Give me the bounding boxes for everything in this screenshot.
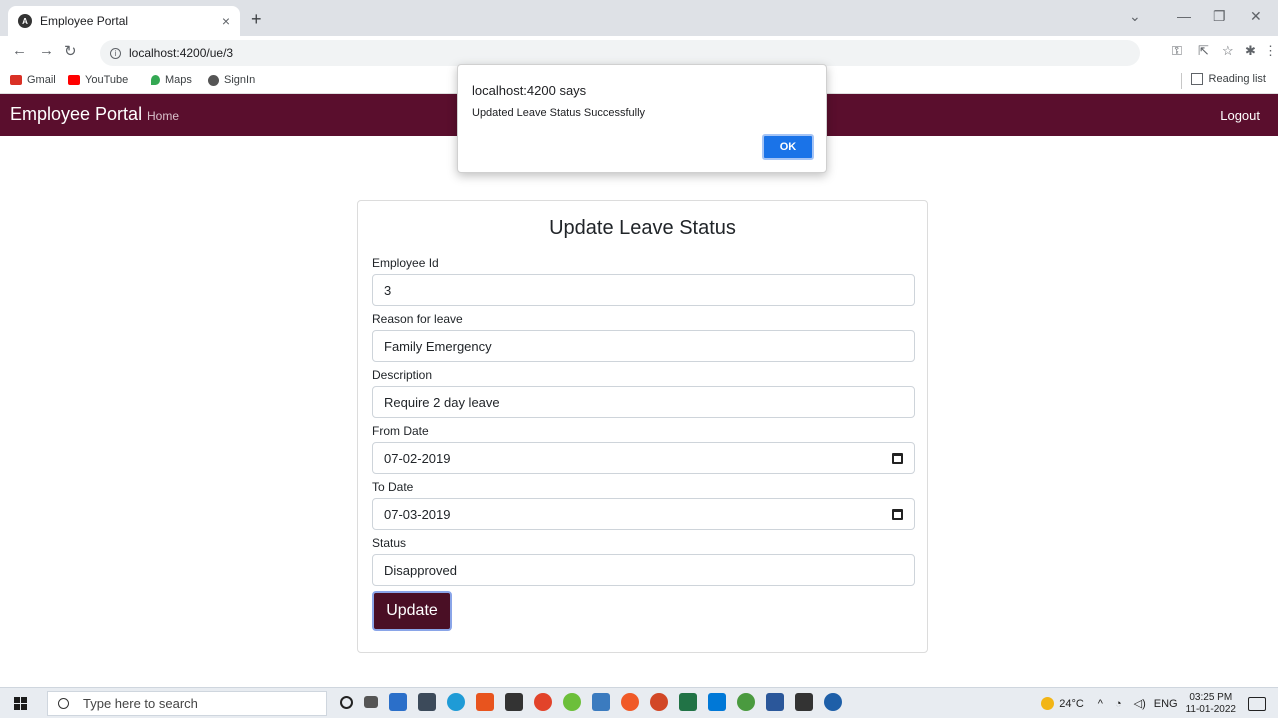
calendar-icon[interactable] [892, 508, 903, 520]
description-group: Description Require 2 day leave [372, 368, 915, 418]
sun-icon [1041, 697, 1055, 710]
tab-title: Employee Portal [40, 14, 129, 28]
employee-id-label: Employee Id [372, 256, 439, 270]
bookmarks-divider [1181, 73, 1182, 89]
gmail-icon [10, 75, 22, 85]
show-hidden-icons[interactable]: ^ [1098, 698, 1103, 710]
description-input[interactable]: Require 2 day leave [372, 386, 915, 418]
taskbar-apps [340, 693, 853, 711]
calendar-icon[interactable] [892, 452, 903, 464]
status-label: Status [372, 536, 407, 550]
vscode-icon[interactable] [708, 693, 726, 711]
reading-list-icon [1190, 73, 1203, 85]
remote-desktop-icon[interactable] [592, 693, 610, 711]
alert-title: localhost:4200 says [472, 83, 587, 98]
minimize-icon[interactable]: — [1177, 8, 1191, 24]
maps-icon [151, 75, 160, 85]
reason-label: Reason for leave [372, 312, 463, 326]
cortana-icon[interactable] [340, 695, 353, 709]
from-date-input[interactable]: 07-02-2019 [372, 442, 915, 474]
description-label: Description [372, 368, 433, 382]
excel-icon[interactable] [679, 693, 697, 711]
powerpoint-icon[interactable] [650, 693, 668, 711]
reload-icon[interactable]: ↻ [64, 42, 77, 60]
system-tray: 24°C ^ ◔ ◁) ENG 03:25 PM 11-01-2022 [1041, 688, 1278, 718]
update-button[interactable]: Update [372, 591, 452, 631]
terminal-icon[interactable] [505, 693, 523, 711]
browser-tab[interactable]: A Employee Portal × [8, 6, 240, 36]
reason-group: Reason for leave Family Emergency [372, 312, 915, 362]
form-title: Update Leave Status [549, 217, 736, 239]
tab-search-icon[interactable]: ⌄ [1129, 8, 1141, 25]
volume-icon[interactable]: ◁) [1134, 697, 1146, 710]
bookmark-youtube[interactable]: YouTube [68, 74, 128, 86]
chrome-profile-icon[interactable] [737, 693, 755, 711]
maximize-icon[interactable]: ❐ [1213, 8, 1226, 25]
url-bar[interactable]: i localhost:4200/ue/3 [100, 40, 1140, 66]
from-date-group: From Date 07-02-2019 [372, 424, 915, 474]
from-date-label: From Date [372, 424, 429, 438]
brand-logo[interactable]: Employee Portal [10, 104, 142, 125]
site-info-icon[interactable]: i [110, 47, 121, 59]
nav-home-link[interactable]: Home [147, 109, 179, 123]
status-input[interactable]: Disapproved [372, 554, 915, 586]
new-tab-button[interactable]: + [251, 9, 262, 30]
update-leave-form: Update Leave Status Employee Id 3 Reason… [357, 200, 928, 653]
profile-avatar[interactable]: ⋮ [1264, 43, 1277, 59]
globe-icon [208, 74, 219, 86]
employee-id-group: Employee Id 3 [372, 256, 915, 306]
url-text: localhost:4200/ue/3 [129, 46, 234, 60]
weather-widget[interactable]: 24°C [1041, 697, 1084, 710]
employee-id-input[interactable]: 3 [372, 274, 915, 306]
browser-tab-strip: A Employee Portal × + ⌄ — ❐ ✕ [0, 0, 1278, 36]
logout-link[interactable]: Logout [1220, 108, 1260, 123]
windows-start-icon[interactable] [14, 697, 27, 710]
back-icon[interactable]: ← [12, 42, 27, 59]
close-tab-icon[interactable]: × [222, 13, 230, 29]
alert-dialog: localhost:4200 says Updated Leave Status… [457, 64, 827, 173]
alert-ok-button[interactable]: OK [762, 134, 814, 160]
bookmark-signin[interactable]: SignIn [208, 74, 255, 86]
extensions-icon[interactable]: ✱ [1245, 43, 1256, 59]
alert-message: Updated Leave Status Successfully [472, 107, 646, 119]
help-icon[interactable] [824, 693, 842, 711]
taskbar-search-box[interactable]: Type here to search [47, 691, 327, 716]
search-icon [58, 698, 69, 709]
to-date-group: To Date 07-03-2019 [372, 480, 915, 530]
task-view-icon[interactable] [364, 696, 378, 708]
office-icon[interactable] [476, 693, 494, 711]
share-icon[interactable]: ⇱ [1198, 43, 1209, 59]
language-indicator[interactable]: ENG [1154, 698, 1178, 710]
clock[interactable]: 03:25 PM 11-01-2022 [1186, 692, 1236, 716]
app-icon[interactable] [563, 693, 581, 711]
word-icon[interactable] [766, 693, 784, 711]
status-group: Status Disapproved [372, 536, 915, 586]
bookmark-star-icon[interactable]: ☆ [1222, 43, 1234, 59]
youtube-icon [68, 75, 80, 85]
clock-time: 03:25 PM [1189, 691, 1233, 703]
close-window-icon[interactable]: ✕ [1250, 8, 1262, 25]
reading-list-button[interactable]: Reading list [1190, 73, 1266, 85]
edge-icon[interactable] [447, 693, 465, 711]
to-date-input[interactable]: 07-03-2019 [372, 498, 915, 530]
bookmark-maps[interactable]: Maps [151, 74, 192, 86]
chrome-icon[interactable] [534, 693, 552, 711]
file-explorer-icon[interactable] [389, 693, 407, 711]
forward-icon[interactable]: → [39, 42, 54, 59]
mail-icon[interactable] [418, 693, 436, 711]
network-icon[interactable]: ◔ [1115, 698, 1122, 710]
to-date-label: To Date [372, 480, 414, 494]
notification-icon[interactable] [1248, 696, 1266, 711]
bookmark-gmail[interactable]: Gmail [10, 74, 56, 86]
reason-input[interactable]: Family Emergency [372, 330, 915, 362]
password-key-icon[interactable]: ⚿ [1172, 43, 1182, 59]
clock-date: 11-01-2022 [1185, 703, 1236, 715]
postman-icon[interactable] [621, 693, 639, 711]
photos-icon[interactable] [795, 693, 813, 711]
angular-icon: A [18, 14, 32, 28]
windows-taskbar: Type here to search 24°C ^ ◔ ◁) ENG 03:2… [0, 687, 1278, 718]
